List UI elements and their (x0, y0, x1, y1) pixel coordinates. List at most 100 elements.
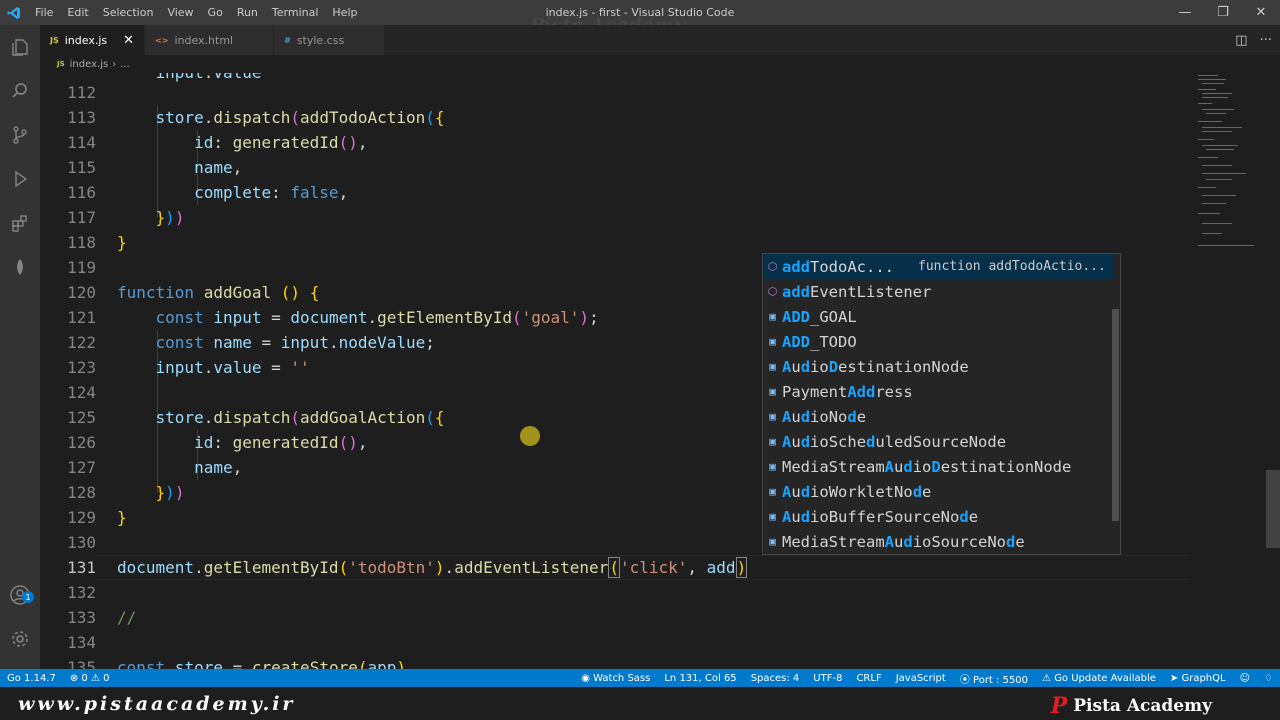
suggestion-item[interactable]: ▣ ADD _TODO (763, 329, 1113, 354)
mongodb-leaf-icon[interactable] (0, 245, 40, 289)
tab-label: index.js (64, 33, 108, 47)
code-line: 118} (67, 233, 127, 252)
eye-icon: ◉ (581, 672, 594, 684)
variable-icon: ▣ (769, 310, 776, 323)
menu-run[interactable]: Run (230, 6, 265, 19)
suggestion-item[interactable]: ▣ Au d ioNo d e (763, 404, 1113, 429)
menu-terminal[interactable]: Terminal (265, 6, 326, 19)
code-line-current: 131 document.getElementById('todoBtn').ad… (67, 557, 748, 578)
suggestion-item[interactable]: ▣ Au d ioBufferSourceNo d e (763, 504, 1113, 529)
method-icon: ⬡ (767, 285, 778, 298)
extensions-icon[interactable] (0, 201, 40, 245)
menu-selection[interactable]: Selection (96, 6, 161, 19)
suggestion-item[interactable]: ▣ ADD _GOAL (763, 304, 1113, 329)
variable-icon: ▣ (769, 335, 776, 348)
notifications-bell-icon[interactable]: ♢ (1257, 673, 1280, 684)
go-version[interactable]: Go 1.14.7 (0, 673, 63, 684)
indentation[interactable]: Spaces: 4 (744, 673, 807, 684)
graphql-status[interactable]: ➤ GraphQL (1163, 673, 1233, 684)
variable-icon: ▣ (769, 485, 776, 498)
variable-icon: ▣ (769, 385, 776, 398)
suggestion-detail: function addTodoActio... (918, 259, 1106, 274)
menu-help[interactable]: Help (325, 6, 364, 19)
breadcrumb-file[interactable]: index.js (70, 59, 109, 70)
css-file-icon: # (284, 35, 291, 45)
line-ending[interactable]: CRLF (849, 673, 888, 684)
language-mode[interactable]: JavaScript (889, 673, 953, 684)
feedback-icon[interactable]: ☺ (1233, 673, 1257, 684)
suggestion-item[interactable]: ⬡ add EventListener (763, 279, 1113, 304)
variable-icon: ▣ (769, 360, 776, 373)
autocomplete-suggest-widget[interactable]: ⬡ add TodoAc... function addTodoActio... ⬡… (762, 253, 1121, 555)
code-line: 114 id: generatedId(), (67, 133, 368, 152)
vscode-logo-icon (0, 0, 28, 25)
split-editor-icon[interactable]: ◫ (1235, 33, 1247, 48)
footer-url: www.pistaacademy.ir (18, 693, 296, 715)
code-line: 135 const store = createStore(app) (67, 658, 407, 669)
watermark-footer: www.pistaacademy.ir P Pista Academy (0, 687, 1280, 720)
close-tab-icon[interactable]: ✕ (123, 33, 134, 48)
problems-count[interactable]: ⊗ 0 ⚠ 0 (63, 673, 117, 684)
chevron-right-icon: › (112, 58, 117, 70)
minimap[interactable] (1190, 73, 1266, 669)
tab-style-css[interactable]: # style.css (274, 25, 386, 55)
close-window-icon[interactable]: ✕ (1242, 0, 1280, 25)
graphql-icon: ➤ (1169, 672, 1182, 684)
code-line: 116 complete: false, (67, 183, 349, 202)
editor-scrollbar[interactable] (1266, 470, 1280, 548)
code-line: 115 name, (67, 158, 243, 177)
menu-edit[interactable]: Edit (60, 6, 95, 19)
js-file-icon: JS (50, 35, 59, 45)
menu-file[interactable]: File (28, 6, 60, 19)
code-line: 132 (67, 583, 96, 602)
variable-icon: ▣ (769, 435, 776, 448)
watch-sass-button[interactable]: ◉ Watch Sass (574, 673, 657, 684)
suggestion-item[interactable]: ▣ Au d ioSche d uledSourceNode (763, 429, 1113, 454)
suggestion-item[interactable]: ▣ Payment Add ress (763, 379, 1113, 404)
maximize-icon[interactable]: ❐ (1204, 0, 1242, 25)
code-line: 134 (67, 633, 96, 652)
variable-icon: ▣ (769, 535, 776, 548)
suggestion-item[interactable]: ▣ MediaStream Au d io DestinationNode (763, 454, 1113, 479)
js-file-icon: JS (57, 60, 65, 68)
variable-icon: ▣ (769, 460, 776, 473)
breadcrumb: JS index.js › ... (40, 55, 1190, 73)
source-control-icon[interactable] (0, 113, 40, 157)
pista-logo-icon: P (1050, 693, 1068, 719)
method-icon: ⬡ (767, 260, 778, 273)
code-line: 112 (67, 83, 96, 102)
tab-label: style.css (296, 33, 345, 47)
live-server-port[interactable]: ⦿ Port : 5500 (953, 671, 1035, 686)
menu-go[interactable]: Go (201, 6, 230, 19)
variable-icon: ▣ (769, 510, 776, 523)
suggestion-item[interactable]: ▣ Au d io DestinationNode (763, 354, 1113, 379)
minimize-icon[interactable]: — (1166, 0, 1204, 25)
html-file-icon: <> (155, 35, 169, 45)
accounts-icon[interactable]: 1 (0, 573, 40, 617)
tab-label: index.html (174, 33, 234, 47)
more-actions-icon[interactable]: ··· (1260, 33, 1272, 48)
tab-index-js[interactable]: JS index.js ✕ (40, 25, 146, 55)
suggestion-item[interactable]: ▣ MediaStream Au d ioSourceNo d e (763, 529, 1113, 554)
explorer-icon[interactable] (0, 25, 40, 69)
breadcrumb-more[interactable]: ... (120, 59, 130, 70)
title-bar: File Edit Selection View Go Run Terminal… (0, 0, 1280, 25)
activity-bar: 1 (0, 25, 40, 669)
broadcast-icon: ⦿ (959, 674, 974, 686)
go-update-available[interactable]: ⚠ Go Update Available (1035, 673, 1163, 684)
menu-view[interactable]: View (160, 6, 200, 19)
warning-icon: ⚠ (1042, 672, 1055, 684)
tab-index-html[interactable]: <> index.html (145, 25, 275, 55)
suggest-scrollbar[interactable] (1112, 309, 1119, 521)
cursor-position[interactable]: Ln 131, Col 65 (657, 673, 743, 684)
mouse-cursor-highlight (520, 426, 540, 446)
code-line: 133// (67, 608, 137, 627)
suggestion-item[interactable]: ⬡ add TodoAc... function addTodoActio... (763, 254, 1113, 279)
settings-gear-icon[interactable] (0, 617, 40, 661)
suggestion-item[interactable]: ▣ Au d ioWorkletNo d e (763, 479, 1113, 504)
search-icon[interactable] (0, 69, 40, 113)
accounts-badge: 1 (22, 591, 34, 603)
status-bar: Go 1.14.7 ⊗ 0 ⚠ 0 ◉ Watch Sass Ln 131, C… (0, 669, 1280, 687)
encoding[interactable]: UTF-8 (806, 673, 849, 684)
run-debug-icon[interactable] (0, 157, 40, 201)
